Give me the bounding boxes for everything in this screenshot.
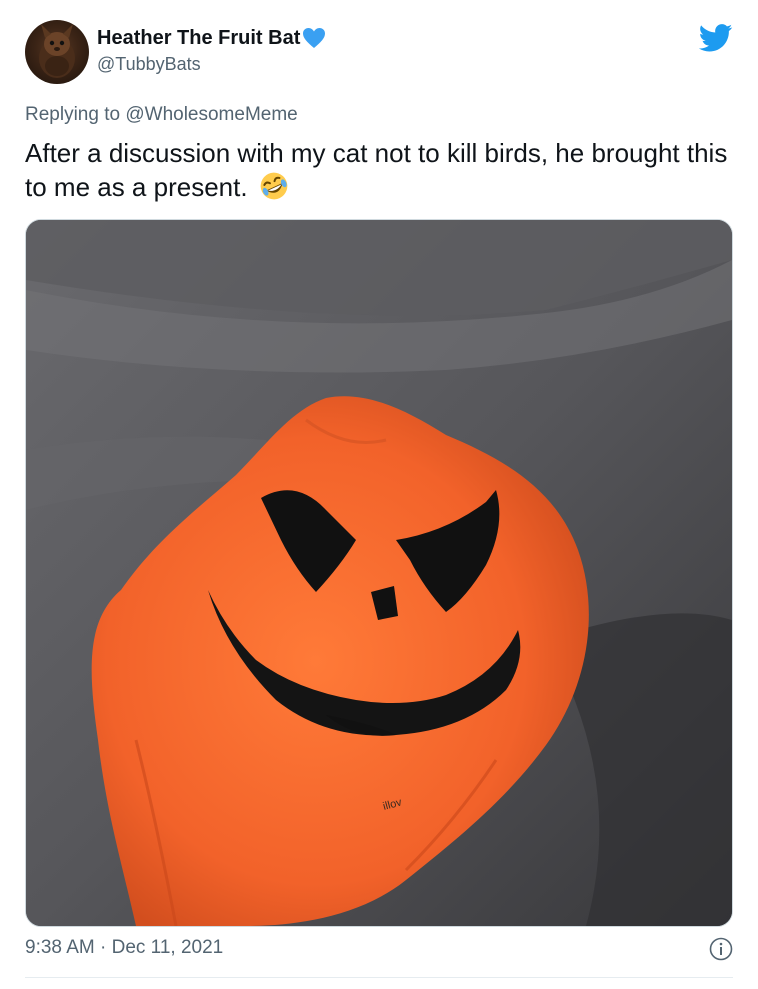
author-name-row[interactable]: Heather The Fruit Bat xyxy=(97,26,326,50)
twitter-bird-icon[interactable] xyxy=(699,24,733,52)
rolling-on-floor-laughing-emoji xyxy=(260,172,288,200)
bottom-divider xyxy=(25,977,733,978)
tweet-photo[interactable]: illov xyxy=(25,219,733,927)
info-icon[interactable] xyxy=(709,937,733,961)
tweet-card: Heather The Fruit Bat @TubbyBats Replyin… xyxy=(0,0,758,989)
replying-to-line: Replying to @WholesomeMeme xyxy=(25,104,298,126)
replying-prefix: Replying to xyxy=(25,104,121,125)
replying-mention-link[interactable]: @WholesomeMeme xyxy=(125,104,297,125)
tweet-header: Heather The Fruit Bat @TubbyBats xyxy=(25,20,733,86)
author-display-name[interactable]: Heather The Fruit Bat xyxy=(97,26,300,50)
verified-heart-icon xyxy=(303,28,326,48)
tweet-body: After a discussion with my cat not to ki… xyxy=(25,138,728,202)
author-handle[interactable]: @TubbyBats xyxy=(97,52,326,76)
tweet-text: After a discussion with my cat not to ki… xyxy=(25,136,735,204)
bat-avatar-icon xyxy=(39,24,75,78)
author-block: Heather The Fruit Bat @TubbyBats xyxy=(97,26,326,76)
tweet-timestamp[interactable]: 9:38 AM · Dec 11, 2021 xyxy=(25,937,223,959)
avatar[interactable] xyxy=(25,20,89,84)
pumpkin-bag-photo: illov xyxy=(26,220,732,926)
